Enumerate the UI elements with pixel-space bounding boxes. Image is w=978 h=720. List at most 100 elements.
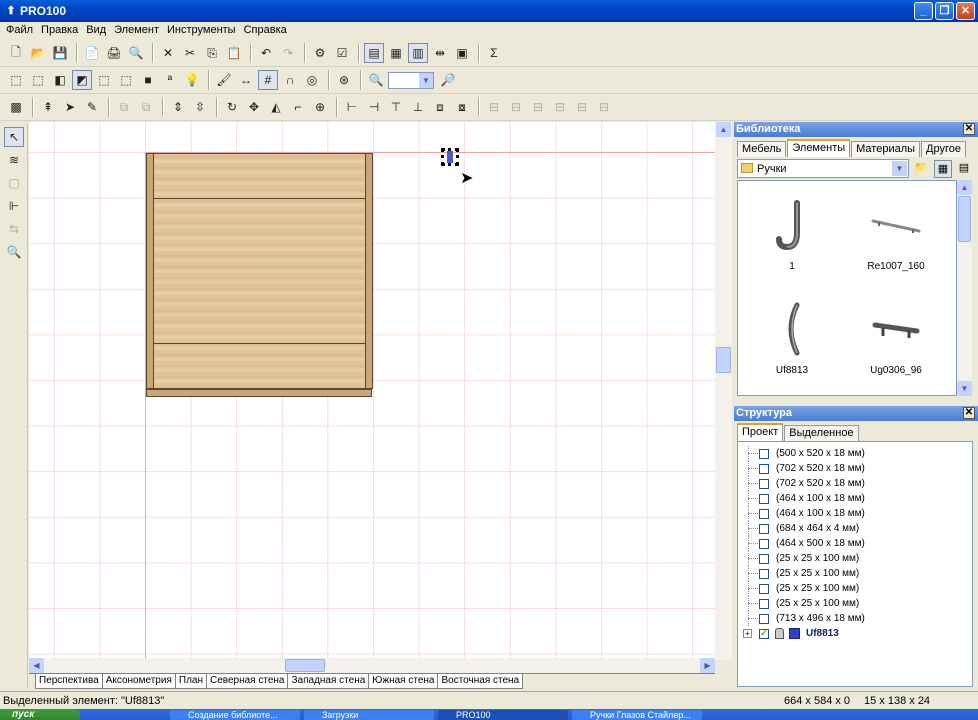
tab-north-wall[interactable]: Северная стена (205, 674, 289, 689)
rotate-icon[interactable]: ↻ (222, 97, 242, 117)
move-depth-icon[interactable]: ⇳ (190, 97, 210, 117)
blank-tool-icon[interactable]: ▢ (4, 173, 24, 193)
scroll-up-icon[interactable]: ▲ (957, 180, 972, 195)
align-dim-d-icon[interactable]: ⊟ (550, 97, 570, 117)
cabinet-body[interactable] (154, 153, 365, 389)
spacing-tool-icon[interactable]: ⇆ (4, 219, 24, 239)
tree-item[interactable]: (25 x 25 x 100 мм) (738, 581, 972, 596)
view-panel-e-icon[interactable]: ▣ (452, 43, 472, 63)
scroll-thumb[interactable] (958, 196, 971, 242)
cabinet-plinth[interactable] (146, 389, 372, 397)
visibility-checkbox[interactable] (759, 599, 769, 609)
visibility-checkbox[interactable] (759, 614, 769, 624)
taskbar-item[interactable]: Загрузки (304, 710, 434, 720)
tab-axonometry[interactable]: Аксонометрия (101, 674, 176, 689)
zoom-tool-icon[interactable]: 🔍 (4, 242, 24, 262)
selected-handle[interactable] (441, 148, 459, 166)
visibility-checkbox[interactable] (759, 554, 769, 564)
text-label-icon[interactable]: ª (160, 70, 180, 90)
copy-icon[interactable]: ⎘ (202, 43, 222, 63)
menu-help[interactable]: Справка (240, 22, 291, 40)
scroll-thumb[interactable] (285, 659, 325, 672)
tree-item[interactable]: (500 x 520 x 18 мм) (738, 446, 972, 461)
scroll-left-icon[interactable]: ◀ (29, 658, 44, 673)
zoom-select[interactable]: ▼ (388, 71, 434, 89)
tree-item-selected[interactable]: + ✓ Uf8813 (738, 626, 972, 641)
close-button[interactable]: ✕ (956, 2, 975, 20)
maximize-button[interactable]: ❐ (935, 2, 954, 20)
cube-render-icon[interactable]: ◩ (72, 70, 92, 90)
library-item[interactable]: Uf8813 (740, 289, 844, 389)
view-panel-d-icon[interactable]: ⇹ (430, 43, 450, 63)
design-canvas[interactable]: ➤ (29, 122, 715, 660)
view-panel-c-icon[interactable]: ▥ (408, 43, 428, 63)
slice-icon[interactable]: ≋ (4, 150, 24, 170)
taskbar-item[interactable]: PRO100 (438, 710, 568, 720)
tree-item[interactable]: (25 x 25 x 100 мм) (738, 566, 972, 581)
tab-perspective[interactable]: Перспектива (35, 674, 103, 689)
tab-south-wall[interactable]: Южная стена (368, 674, 439, 689)
scroll-thumb[interactable] (716, 347, 731, 373)
delete-icon[interactable]: ✕ (158, 43, 178, 63)
cut-icon[interactable]: ✂ (180, 43, 200, 63)
visibility-checkbox[interactable] (759, 464, 769, 474)
properties-icon[interactable]: 📄 (82, 43, 102, 63)
tree-item[interactable]: (713 x 496 x 18 мм) (738, 611, 972, 626)
target-icon[interactable]: ◎ (302, 70, 322, 90)
distribute-a-icon[interactable]: ⧈ (430, 97, 450, 117)
view-panel-a-icon[interactable]: ▤ (364, 43, 384, 63)
visibility-checkbox[interactable] (759, 584, 769, 594)
move-up-icon[interactable]: ⇞ (38, 97, 58, 117)
canvas-vertical-scrollbar[interactable]: ▲ (715, 122, 732, 660)
sum-icon[interactable]: Σ (484, 43, 504, 63)
distribute-b-icon[interactable]: ⧇ (452, 97, 472, 117)
visibility-checkbox[interactable] (759, 509, 769, 519)
brush-icon[interactable]: 🖌 (214, 70, 234, 90)
tab-furniture[interactable]: Мебель (737, 141, 787, 157)
taskbar-item[interactable]: Создание библиоте... (170, 710, 300, 720)
scroll-up-icon[interactable]: ▲ (716, 122, 731, 137)
tab-elements[interactable]: Элементы (787, 139, 851, 157)
align-top-icon[interactable]: ⊤ (386, 97, 406, 117)
print-icon[interactable]: 🖨 (104, 43, 124, 63)
cube-shaded-icon[interactable]: ◧ (50, 70, 70, 90)
redo-icon[interactable]: ↷ (278, 43, 298, 63)
menu-tools[interactable]: Инструменты (163, 22, 240, 40)
corner-icon[interactable]: ⌐ (288, 97, 308, 117)
save-icon[interactable]: 💾 (50, 43, 70, 63)
start-button[interactable]: пуск (0, 709, 80, 720)
align-dim-a-icon[interactable]: ⊟ (484, 97, 504, 117)
visibility-checkbox[interactable] (759, 569, 769, 579)
cabinet-front[interactable] (146, 153, 373, 397)
tree-item[interactable]: (464 x 500 x 18 мм) (738, 536, 972, 551)
chevron-down-icon[interactable]: ▼ (892, 161, 907, 176)
tree-item[interactable]: (684 x 464 x 4 мм) (738, 521, 972, 536)
library-folder-select[interactable]: Ручки ▼ (737, 159, 909, 178)
tab-materials[interactable]: Материалы (851, 141, 921, 157)
align-tool-icon[interactable]: ⊩ (4, 196, 24, 216)
undo-icon[interactable]: ↶ (256, 43, 276, 63)
folder-up-icon[interactable]: 📁 (912, 160, 930, 178)
paste-icon[interactable]: 📋 (224, 43, 244, 63)
select-all-icon[interactable]: ▩ (6, 97, 26, 117)
pointer-icon[interactable]: ➤ (60, 97, 80, 117)
scroll-right-icon[interactable]: ▶ (700, 658, 715, 673)
align-dim-b-icon[interactable]: ⊟ (506, 97, 526, 117)
visibility-checkbox[interactable] (759, 479, 769, 489)
light-bulb-icon[interactable]: 💡 (182, 70, 202, 90)
tree-item[interactable]: (464 x 100 x 18 мм) (738, 506, 972, 521)
settings-icon[interactable]: ⚙ (310, 43, 330, 63)
cube-box-icon[interactable]: ⬚ (116, 70, 136, 90)
align-dim-e-icon[interactable]: ⊟ (572, 97, 592, 117)
minimize-button[interactable]: _ (914, 2, 933, 20)
checklist-icon[interactable]: ☑ (332, 43, 352, 63)
library-item[interactable]: Re1007_160 (844, 185, 948, 285)
list-view-icon[interactable]: ▤ (955, 160, 973, 178)
cube-outline-icon[interactable]: ⬚ (28, 70, 48, 90)
tab-west-wall[interactable]: Западная стена (287, 674, 370, 689)
zoom-out-icon[interactable]: 🔎 (438, 70, 458, 90)
visibility-checkbox[interactable] (759, 524, 769, 534)
tree-item[interactable]: (464 x 100 x 18 мм) (738, 491, 972, 506)
tree-item[interactable]: (702 x 520 x 18 мм) (738, 461, 972, 476)
tab-east-wall[interactable]: Восточная стена (437, 674, 524, 689)
